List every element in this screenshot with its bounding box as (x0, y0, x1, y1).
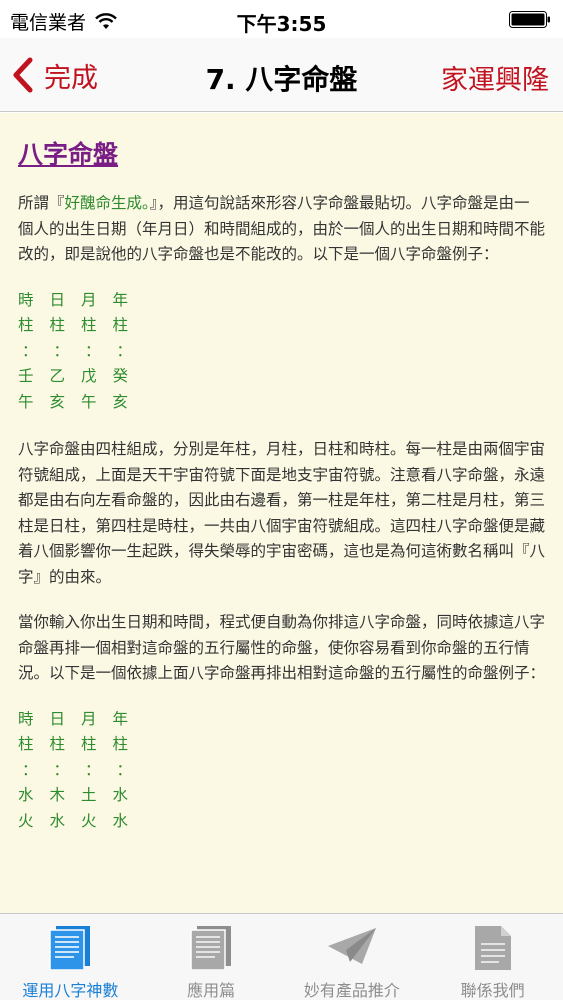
tab-label: 運用八字神數 (22, 981, 119, 1000)
document-blue-icon (49, 926, 91, 970)
pillar-cell: 水 (18, 786, 34, 804)
pillar-cell: 午 (18, 392, 34, 411)
page-icon (474, 926, 511, 970)
pillar-cell: ： (53, 760, 70, 779)
tab-bazi-usage[interactable]: 運用八字神數 (0, 914, 141, 1000)
tab-bar: 運用八字神數 應用篇 妙有產品推介 聯係我們 (0, 913, 563, 1000)
pillar-row: 壬乙戊癸 (18, 364, 545, 390)
section-heading: 八字命盤 (18, 140, 119, 169)
paper-plane-icon (327, 928, 376, 964)
pillar-cell: 亥 (49, 392, 66, 411)
pillar-row: 水木土水 (18, 783, 545, 809)
pillar-cell: ： (22, 760, 38, 779)
five-elements-example-pillars: 時日月年 柱柱柱柱 ：：：： 水木土水 火水火水 (18, 707, 545, 835)
pillar-row: 時日月年 (18, 288, 545, 314)
pillar-row: ： ： ： ： (18, 758, 545, 784)
pillar-cell: 月 (81, 709, 97, 728)
tab-contact[interactable]: 聯係我們 (422, 914, 563, 1000)
status-bar: 電信業者 下午3:55 (0, 0, 563, 38)
family-fortune-button[interactable]: 家運興隆 (441, 58, 549, 97)
pillar-cell: 柱 (49, 735, 66, 753)
pillar-cell: 柱 (112, 316, 129, 334)
pillar-cell: 水 (112, 811, 129, 830)
pillar-row: 時日月年 (18, 707, 545, 733)
pillar-cell: 戊 (81, 367, 97, 385)
pillar-cell: ： (22, 341, 38, 360)
pillar-cell: 水 (112, 786, 129, 804)
pillar-row: 午亥午亥 (18, 390, 545, 416)
pillar-cell: 時 (18, 290, 34, 309)
content-area[interactable]: 八字命盤 所謂『好醜命生成。』，用這句說話來形容八字命盤最貼切。八字命盤是由一個… (0, 113, 563, 913)
pillar-cell: 柱 (81, 735, 97, 753)
pillar-cell: 午 (81, 392, 97, 411)
pillar-cell: 土 (81, 786, 97, 804)
tab-applications[interactable]: 應用篇 (141, 914, 282, 1000)
document-gray-icon (190, 926, 232, 970)
pillar-cell: 木 (49, 786, 66, 804)
pillar-cell: 水 (49, 811, 66, 830)
pillar-cell: 柱 (81, 316, 97, 334)
pillar-cell: 柱 (112, 735, 129, 753)
pillar-cell: ： (53, 341, 70, 360)
tab-label: 應用篇 (187, 981, 236, 1000)
pillar-cell: ： (85, 760, 101, 779)
intro-prefix: 所謂『 (18, 194, 65, 212)
pillar-cell: 柱 (18, 735, 34, 753)
pillar-cell: ： (116, 341, 133, 360)
tab-label: 聯係我們 (460, 981, 525, 1000)
intro-paragraph: 所謂『好醜命生成。』，用這句說話來形容八字命盤最貼切。八字命盤是由一個人的出生日… (18, 191, 545, 268)
pillar-cell: ： (116, 760, 133, 779)
pillar-cell: 日 (49, 709, 66, 728)
pillars-explanation-paragraph: 八字命盤由四柱組成，分別是年柱，月柱，日柱和時柱。每一柱是由兩個宇宙符號組成，上… (18, 440, 546, 586)
pillar-row: ： ： ： ： (18, 339, 545, 365)
pillar-row: 柱柱柱柱 (18, 313, 545, 339)
pillar-cell: 年 (112, 290, 129, 309)
pillar-cell: 時 (18, 709, 34, 728)
pillar-cell: 火 (18, 811, 34, 830)
pillar-cell: 癸 (112, 367, 129, 385)
clock: 下午3:55 (236, 12, 327, 36)
pillar-cell: ： (85, 341, 101, 360)
pillar-cell: 日 (49, 290, 66, 309)
pillar-cell: 年 (112, 709, 129, 728)
intro-highlight: 好醜命生成。 (64, 194, 150, 212)
five-elements-paragraph: 當你輸入你出生日期和時間，程式便自動為你排這八字命盤，同時依據這八字命盤再排一個… (18, 613, 546, 682)
navigation-bar: 完成 7. 八字命盤 家運興隆 (0, 38, 563, 112)
pillar-cell: 柱 (49, 316, 66, 334)
pillar-cell: 乙 (49, 367, 66, 385)
pillar-cell: 亥 (112, 392, 129, 411)
pillar-cell: 壬 (18, 367, 34, 385)
tab-label: 妙有產品推介 (303, 981, 400, 1000)
pillar-cell: 柱 (18, 316, 34, 334)
battery-icon (509, 11, 550, 28)
pillar-cell: 月 (81, 290, 97, 309)
pillar-cell: 火 (81, 811, 97, 830)
bazi-example-pillars: 時日月年 柱柱柱柱 ：：：： 壬乙戊癸 午亥午亥 (18, 288, 545, 416)
pillar-row: 火水火水 (18, 809, 545, 835)
tab-products[interactable]: 妙有產品推介 (282, 914, 423, 1000)
pillar-row: 柱柱柱柱 (18, 732, 545, 758)
